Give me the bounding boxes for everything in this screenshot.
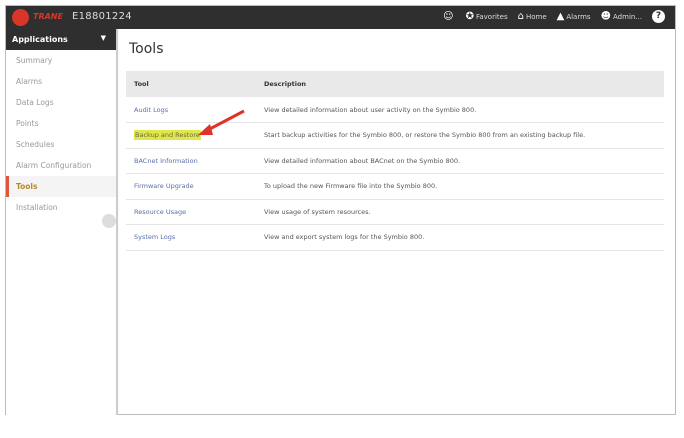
favorites-label: Favorites [475,13,508,21]
admin-label: Admin... [613,13,642,21]
row-description: View and export system logs for the Symb… [256,224,664,251]
help-icon[interactable]: ? [652,10,665,23]
star-icon: ✪ [465,11,474,22]
sidebar-item-tools[interactable]: Tools [6,176,116,197]
sidebar-item-schedules[interactable]: Schedules [6,134,116,155]
system-logs-link[interactable]: System Logs [134,233,175,241]
row-description: To upload the new Firmware file into the… [256,173,664,200]
row-description: Start backup activities for the Symbio 8… [256,122,664,149]
row-description: View usage of system resources. [256,199,664,225]
row-description: View detailed information about user act… [256,97,664,123]
app-window: TRANE E18801224 ☺ ✪ Favorites ⌂ Home ▲ Alar… [5,5,676,415]
bell-icon: ▲ [556,11,565,22]
sidebar: Applications ▼ Summary Alarms Data Logs P… [6,29,118,415]
sidebar-item-alarm-configuration[interactable]: Alarm Configuration [6,155,116,176]
users-icon: ☻ [600,11,612,22]
caret-down-icon: ▼ [100,34,106,42]
alarms-label: Alarms [566,13,591,21]
main-content: Tools Tool Description Audit Logs View de… [119,29,675,414]
favorites-button[interactable]: ✪ Favorites [466,11,508,22]
collapse-sidebar-button[interactable] [102,214,116,228]
sidebar-item-summary[interactable]: Summary [6,50,116,71]
page-title: Tools [129,41,164,57]
table-row: BACnet Information View detailed informat… [126,148,664,174]
trane-logo [12,9,29,26]
audit-logs-link[interactable]: Audit Logs [134,106,168,114]
user-icon: ☺ [443,11,454,22]
sidebar-item-points[interactable]: Points [6,113,116,134]
sidebar-item-data-logs[interactable]: Data Logs [6,92,116,113]
backup-and-restore-link[interactable]: Backup and Restore [134,130,201,141]
home-button[interactable]: ⌂ Home [518,11,547,22]
admin-button[interactable]: ☻ Admin... [601,11,642,22]
table-row: Firmware Upgrade To upload the new Firmwa… [126,173,664,200]
row-description: View detailed information about BACnet o… [256,148,664,174]
column-header-description: Description [256,71,664,97]
device-id: E18801224 [72,11,132,22]
home-icon: ⌂ [517,11,524,22]
top-bar: TRANE E18801224 ☺ ✪ Favorites ⌂ Home ▲ Alar… [6,6,675,29]
table-row: System Logs View and export system logs f… [126,224,664,251]
sidebar-item-installation[interactable]: Installation [6,197,116,218]
resource-usage-link[interactable]: Resource Usage [134,208,186,216]
column-header-tool: Tool [126,71,256,97]
applications-dropdown[interactable]: Applications ▼ [6,29,116,50]
tools-table: Tool Description Audit Logs View detailed… [126,71,664,251]
alarms-button[interactable]: ▲ Alarms [557,11,591,22]
firmware-upgrade-link[interactable]: Firmware Upgrade [134,182,194,190]
sidebar-item-alarms[interactable]: Alarms [6,71,116,92]
user-button[interactable]: ☺ [443,11,455,22]
table-row: Resource Usage View usage of system resou… [126,199,664,225]
bacnet-information-link[interactable]: BACnet Information [134,157,198,165]
home-label: Home [525,13,547,21]
red-arrow-annotation [198,109,245,135]
brand-name: TRANE [33,12,63,21]
applications-label: Applications [12,35,68,44]
